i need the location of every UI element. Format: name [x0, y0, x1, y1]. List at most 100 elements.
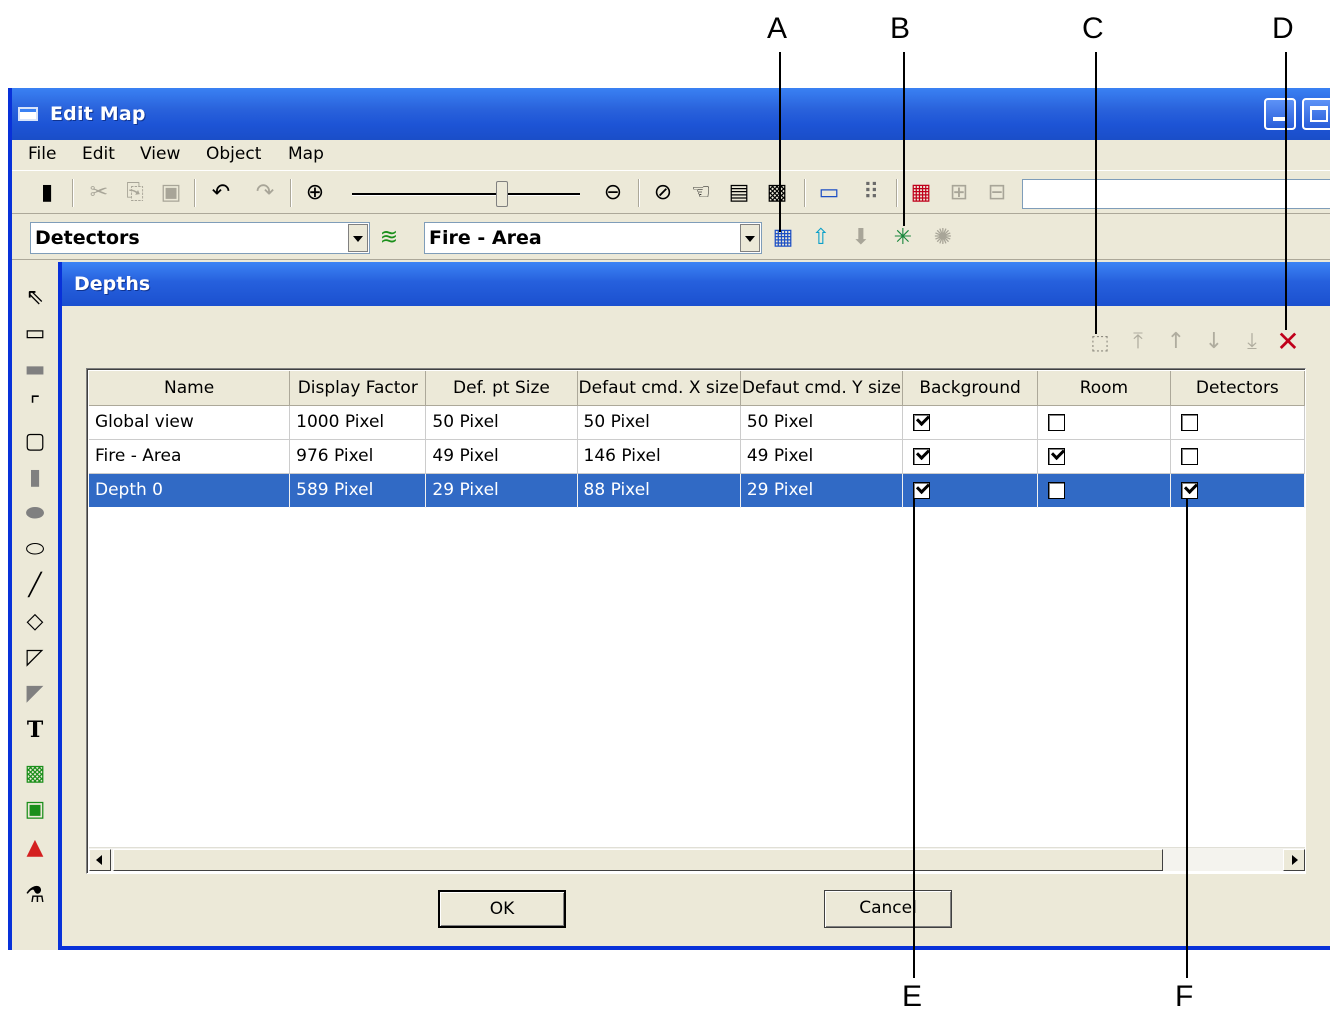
column-header-background[interactable]: Background	[902, 371, 1039, 406]
window-frame-icon[interactable]: ▭	[816, 181, 842, 205]
menu-object[interactable]: Object	[206, 144, 261, 164]
table-row[interactable]: Fire - Area 976 Pixel 49 Pixel 146 Pixel…	[89, 439, 1305, 474]
rounded-rectangle-tool-icon[interactable]: ▢	[20, 428, 50, 456]
depth-settings-icon[interactable]: ✺	[930, 226, 956, 250]
cell-x-size[interactable]: 88 Pixel	[577, 473, 741, 508]
filled-rectangle-tool-icon[interactable]: ▬	[20, 356, 50, 384]
fill-tool-icon[interactable]: ⚗	[20, 882, 50, 910]
line-tool-icon[interactable]: ╱	[20, 572, 50, 600]
menu-file[interactable]: File	[28, 144, 56, 164]
column-header-display-factor[interactable]: Display Factor	[289, 371, 427, 406]
corner-tool-icon[interactable]: ⌜	[20, 392, 50, 420]
ok-button[interactable]: OK	[438, 890, 566, 928]
cell-pt-size[interactable]: 29 Pixel	[425, 473, 578, 508]
detectors-checkbox[interactable]	[1180, 413, 1198, 431]
cell-name[interactable]: Global view	[89, 405, 291, 440]
column-header-x-size[interactable]: Defaut cmd. X size	[577, 371, 741, 406]
polygon-tool-icon[interactable]: ◇	[20, 608, 50, 636]
detectors-checkbox[interactable]	[1180, 447, 1198, 465]
cell-pt-size[interactable]: 50 Pixel	[425, 405, 578, 440]
table-row[interactable]: Global view 1000 Pixel 50 Pixel 50 Pixel…	[89, 405, 1305, 440]
cell-display-factor[interactable]: 976 Pixel	[289, 439, 427, 474]
scroll-left-button[interactable]	[89, 849, 111, 871]
column-header-pt-size[interactable]: Def. pt Size	[425, 371, 578, 406]
column-header-room[interactable]: Room	[1037, 371, 1171, 406]
image-tool-icon[interactable]: ▩	[20, 760, 50, 788]
rectangle-tool-icon[interactable]: ▭	[20, 320, 50, 348]
filled-rounded-rectangle-tool-icon[interactable]: ▮	[20, 464, 50, 492]
depth-down-icon[interactable]: ⬇	[848, 226, 874, 250]
new-depth-icon[interactable]: ✳	[890, 226, 916, 250]
alarm-symbol-tool-icon[interactable]: ▲	[20, 834, 50, 862]
select-tool-icon[interactable]: ▮	[34, 181, 60, 205]
dialog-titlebar[interactable]: Depths	[62, 262, 1330, 306]
scroll-thumb[interactable]	[113, 849, 1163, 871]
grid-icon[interactable]: ⠿	[858, 181, 884, 205]
minimize-button[interactable]	[1264, 98, 1296, 130]
open-polygon-tool-icon[interactable]: ◸	[20, 644, 50, 672]
zoom-out-icon[interactable]: ⊖	[600, 181, 626, 205]
horizontal-scrollbar[interactable]	[89, 847, 1305, 871]
cell-x-size[interactable]: 146 Pixel	[577, 439, 741, 474]
background-checkbox[interactable]	[912, 481, 930, 499]
column-header-detectors[interactable]: Detectors	[1170, 371, 1305, 406]
background-checkbox[interactable]	[912, 447, 930, 465]
move-to-top-icon[interactable]: ⤒	[1124, 328, 1152, 356]
cell-y-size[interactable]: 49 Pixel	[740, 439, 903, 474]
window-titlebar[interactable]: Edit Map	[12, 88, 1330, 140]
maximize-button[interactable]	[1302, 98, 1330, 130]
cell-name[interactable]: Fire - Area	[89, 439, 291, 474]
fit-to-window-icon[interactable]: ▩	[764, 181, 790, 205]
zoom-slider-track[interactable]	[352, 193, 580, 196]
layer-combo-dropdown-arrow[interactable]	[348, 224, 368, 252]
cell-y-size[interactable]: 50 Pixel	[740, 405, 903, 440]
filled-ellipse-tool-icon[interactable]: ⬬	[20, 500, 50, 528]
depths-table-icon[interactable]: ▦	[770, 226, 796, 250]
move-down-icon[interactable]: ↓	[1200, 328, 1228, 356]
new-depth-row-icon[interactable]: ⬚	[1086, 328, 1114, 356]
zoom-slider-thumb[interactable]	[496, 181, 508, 207]
menu-edit[interactable]: Edit	[82, 144, 115, 164]
filled-polygon-tool-icon[interactable]: ◤	[20, 680, 50, 708]
room-checkbox[interactable]	[1048, 481, 1066, 499]
pan-hand-icon[interactable]: ☜	[688, 181, 714, 205]
table-row-selected[interactable]: Depth 0 589 Pixel 29 Pixel 88 Pixel 29 P…	[89, 473, 1305, 508]
pointer-tool-icon[interactable]: ⇖	[20, 284, 50, 312]
redo-icon[interactable]: ↷	[252, 181, 278, 205]
delete-depth-icon[interactable]: ✕	[1274, 328, 1302, 356]
layer-combo[interactable]: Detectors	[30, 222, 370, 254]
cell-pt-size[interactable]: 49 Pixel	[425, 439, 578, 474]
zoom-actual-size-icon[interactable]: ▤	[726, 181, 752, 205]
cancel-button[interactable]: Cancel	[824, 890, 952, 928]
depth-up-icon[interactable]: ⇧	[808, 226, 834, 250]
layers-icon[interactable]: ▦	[908, 181, 934, 205]
paste-icon[interactable]: ▣	[158, 181, 184, 205]
menu-view[interactable]: View	[140, 144, 180, 164]
scroll-right-button[interactable]	[1283, 849, 1305, 871]
insert-object-icon[interactable]: ⊟	[984, 181, 1010, 205]
depth-combo[interactable]: Fire - Area	[424, 222, 762, 254]
move-up-icon[interactable]: ↑	[1162, 328, 1190, 356]
cell-x-size[interactable]: 50 Pixel	[577, 405, 741, 440]
toolbar-text-field[interactable]	[1022, 179, 1330, 209]
cell-display-factor[interactable]: 1000 Pixel	[289, 405, 427, 440]
column-header-name[interactable]: Name	[89, 371, 291, 406]
room-checkbox[interactable]	[1048, 447, 1066, 465]
undo-icon[interactable]: ↶	[208, 181, 234, 205]
image-insert-tool-icon[interactable]: ▣	[20, 796, 50, 824]
copy-icon[interactable]: ⎘	[122, 181, 148, 205]
zoom-in-icon[interactable]: ⊕	[302, 181, 328, 205]
layer-stack-icon[interactable]: ≋	[376, 226, 402, 250]
column-header-y-size[interactable]: Defaut cmd. Y size	[740, 371, 903, 406]
text-tool-icon[interactable]: T	[20, 716, 50, 744]
cell-name[interactable]: Depth 0	[89, 473, 291, 508]
detectors-checkbox[interactable]	[1180, 481, 1198, 499]
room-checkbox[interactable]	[1048, 413, 1066, 431]
add-object-icon[interactable]: ⊞	[946, 181, 972, 205]
background-checkbox[interactable]	[912, 413, 930, 431]
ellipse-tool-icon[interactable]: ⬭	[20, 536, 50, 564]
zoom-window-icon[interactable]: ⊘	[650, 181, 676, 205]
cut-icon[interactable]: ✂	[86, 181, 112, 205]
cell-y-size[interactable]: 29 Pixel	[740, 473, 903, 508]
move-to-bottom-icon[interactable]: ⤓	[1238, 328, 1266, 356]
